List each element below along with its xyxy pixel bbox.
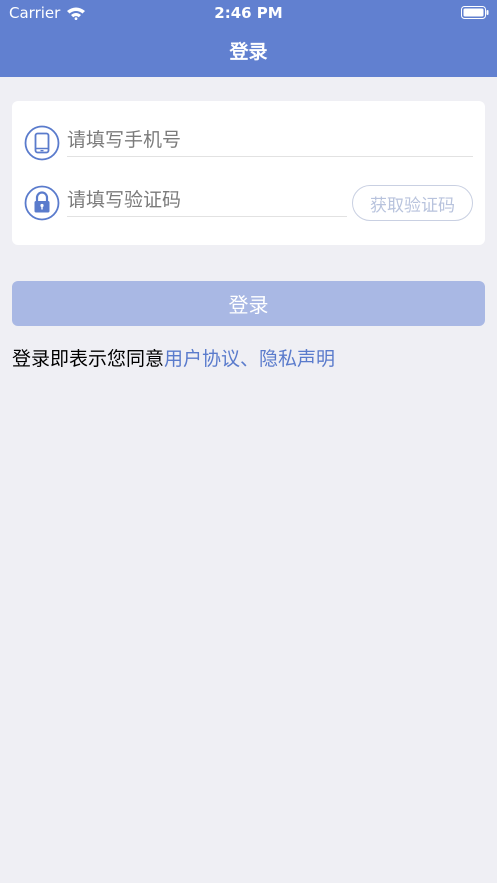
status-time: 2:46 PM [214,4,283,22]
agreement-separator: 、 [240,348,260,370]
header: Carrier 2:46 PM 登录 [0,0,497,77]
agreement-prefix: 登录即表示您同意 [12,348,165,370]
agreement-text: 登录即表示您同意用户协议、隐私声明 [12,344,335,371]
get-code-button[interactable]: 获取验证码 [352,185,473,221]
lock-icon [24,185,60,221]
phone-icon [24,125,60,161]
status-bar: Carrier 2:46 PM [0,0,497,26]
code-input[interactable] [67,183,347,217]
login-form-card: 获取验证码 [12,101,485,245]
privacy-link[interactable]: 隐私声明 [259,348,335,370]
battery-icon [461,6,489,19]
user-agreement-link[interactable]: 用户协议 [164,348,240,370]
page-title: 登录 [229,41,268,63]
login-button[interactable]: 登录 [12,281,485,326]
phone-input[interactable] [67,123,473,157]
